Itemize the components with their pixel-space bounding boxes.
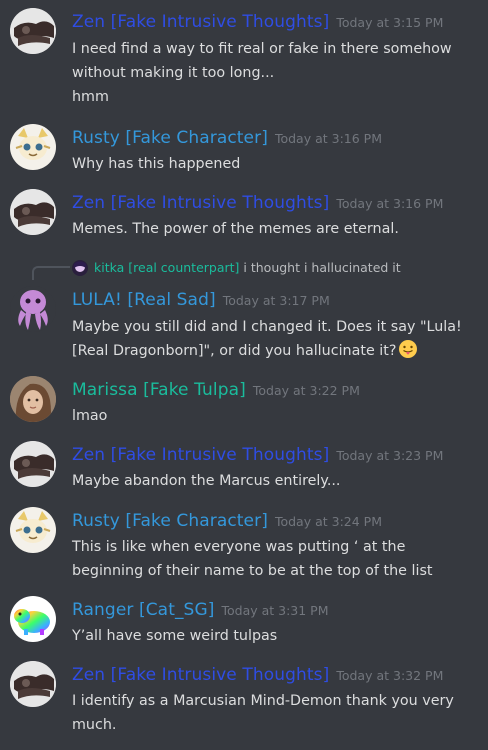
message-timestamp: Today at 3:16 PM — [336, 196, 444, 211]
message-timestamp: Today at 3:31 PM — [221, 603, 329, 618]
zen-avatar[interactable] — [10, 8, 56, 54]
message-author[interactable]: Ranger [Cat_SG] — [72, 600, 214, 620]
reply-preview[interactable]: kitka [real counterpart] i thought i hal… — [94, 260, 401, 275]
message-line: Why has this happened — [72, 156, 241, 172]
message-line: Maybe you still did and I changed it. Do… — [72, 315, 478, 363]
reply-author[interactable]: kitka [real counterpart] — [94, 260, 239, 275]
chat-message: Marissa [Fake Tulpa] Today at 3:22 PM lma… — [0, 372, 488, 434]
reply-spine — [32, 266, 70, 280]
chat-message: Rusty [Fake Character] Today at 3:16 PM W… — [0, 120, 488, 182]
chat-message: kitka [real counterpart] i thought i hal… — [0, 258, 488, 370]
kitka-avatar[interactable] — [72, 260, 88, 276]
message-content: I need find a way to fit real or fake in… — [72, 37, 478, 109]
message-content: Memes. The power of the memes are eterna… — [72, 217, 478, 241]
chat-message: Zen [Fake Intrusive Thoughts] Today at 3:… — [0, 185, 488, 247]
chat-message: Zen [Fake Intrusive Thoughts] Today at 3:… — [0, 0, 488, 116]
marissa-avatar[interactable] — [10, 376, 56, 422]
octopus-avatar[interactable] — [10, 286, 56, 332]
message-line: Y’all have some weird tulpas — [72, 628, 278, 644]
message-author[interactable]: Zen [Fake Intrusive Thoughts] — [72, 12, 329, 32]
message-timestamp: Today at 3:23 PM — [336, 448, 444, 463]
zen-avatar[interactable] — [10, 441, 56, 487]
message-timestamp: Today at 3:16 PM — [274, 131, 382, 146]
message-line: This is like when everyone was putting ‘… — [72, 539, 433, 579]
zen-avatar[interactable] — [10, 189, 56, 235]
message-line: I need find a way to fit real or fake in… — [72, 41, 452, 81]
message-line: hmm — [72, 89, 109, 105]
message-author[interactable]: Zen [Fake Intrusive Thoughts] — [72, 445, 329, 465]
message-line: Maybe abandon the Marcus entirely... — [72, 473, 341, 489]
message-timestamp: Today at 3:24 PM — [274, 514, 382, 529]
chat-message: Ranger [Cat_SG] Today at 3:31 PM Y’all ha… — [0, 592, 488, 654]
message-line: I identify as a Marcusian Mind-Demon tha… — [72, 693, 454, 733]
rusty-avatar[interactable] — [10, 507, 56, 553]
message-content: I identify as a Marcusian Mind-Demon tha… — [72, 689, 478, 737]
message-content: lmao — [72, 404, 478, 428]
message-content: Maybe you still did and I changed it. Do… — [72, 315, 478, 363]
message-content: Maybe abandon the Marcus entirely... — [72, 469, 478, 493]
message-timestamp: Today at 3:32 PM — [336, 668, 444, 683]
message-timestamp: Today at 3:17 PM — [222, 293, 330, 308]
message-line: Memes. The power of the memes are eterna… — [72, 221, 399, 237]
message-line: lmao — [72, 408, 108, 424]
message-author[interactable]: LULA! [Real Sad] — [72, 290, 216, 310]
rusty-avatar[interactable] — [10, 124, 56, 170]
message-author[interactable]: Rusty [Fake Character] — [72, 128, 268, 148]
message-timestamp: Today at 3:15 PM — [336, 15, 444, 30]
message-timestamp: Today at 3:22 PM — [252, 383, 360, 398]
message-author[interactable]: Zen [Fake Intrusive Thoughts] — [72, 665, 329, 685]
chat-message: Rusty [Fake Character] Today at 3:24 PM T… — [0, 503, 488, 589]
rainbow-hippo-avatar[interactable] — [10, 596, 56, 642]
message-content: This is like when everyone was putting ‘… — [72, 535, 478, 583]
message-author[interactable]: Marissa [Fake Tulpa] — [72, 380, 246, 400]
zen-avatar[interactable] — [10, 661, 56, 707]
chat-message-list: Zen [Fake Intrusive Thoughts] Today at 3:… — [0, 0, 488, 750]
tongue-out-emoji — [398, 339, 418, 359]
message-author[interactable]: Rusty [Fake Character] — [72, 511, 268, 531]
message-author[interactable]: Zen [Fake Intrusive Thoughts] — [72, 193, 329, 213]
chat-message: Zen [Fake Intrusive Thoughts] Today at 3:… — [0, 437, 488, 499]
message-content: Y’all have some weird tulpas — [72, 624, 478, 648]
chat-message: Zen [Fake Intrusive Thoughts] Today at 3:… — [0, 657, 488, 750]
message-content: Why has this happened — [72, 152, 478, 176]
reply-text: i thought i hallucinated it — [243, 260, 401, 275]
